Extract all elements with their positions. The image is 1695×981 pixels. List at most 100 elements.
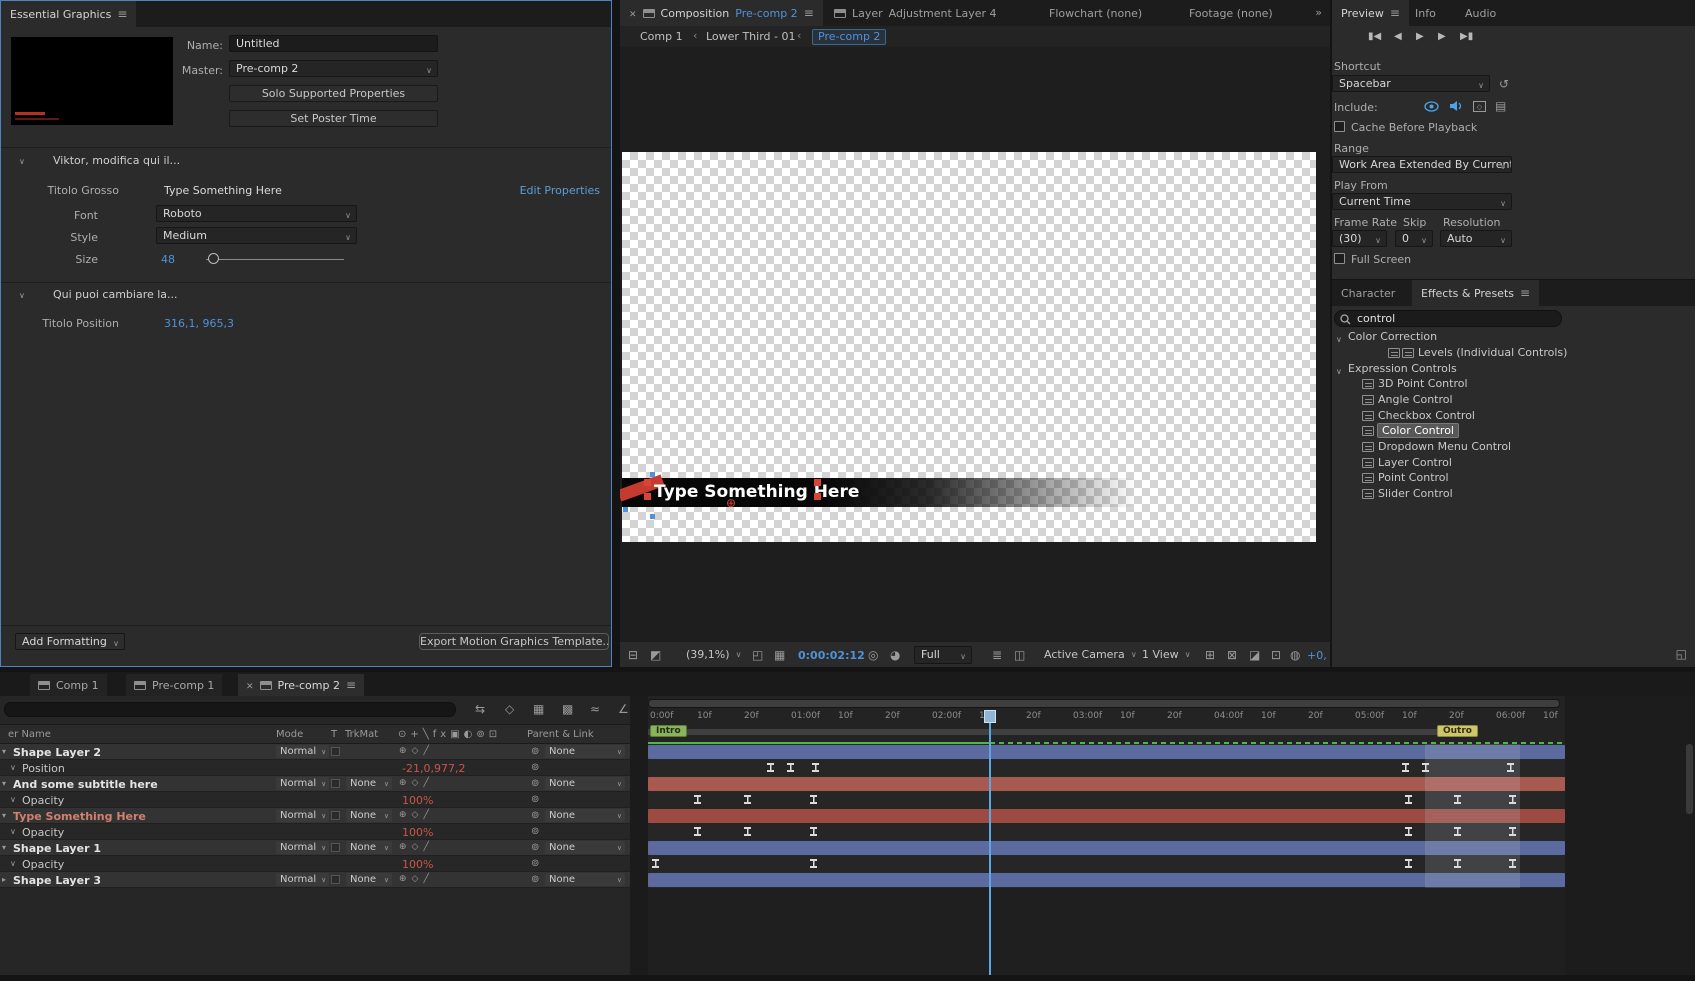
preserve-transparency-toggle[interactable]: [331, 811, 340, 820]
name-input[interactable]: Untitled: [229, 35, 438, 52]
layer-switches-icons[interactable]: ⊕◇╱: [399, 746, 434, 756]
tab-essential-graphics[interactable]: Essential Graphics: [1, 1, 137, 27]
effect-item[interactable]: Checkbox Control: [1332, 409, 1695, 424]
layer-name[interactable]: And some subtitle here: [13, 778, 158, 791]
breadcrumb-separator-icon[interactable]: [693, 29, 697, 42]
breadcrumb-item[interactable]: Comp 1: [640, 30, 683, 43]
column-layer-name[interactable]: er Name: [8, 729, 51, 740]
pick-whip-icon[interactable]: ⊚: [531, 842, 539, 853]
title-text-layer[interactable]: Type Something Here: [654, 482, 859, 502]
anchor-crosshair-icon[interactable]: ⊕: [726, 496, 736, 510]
pick-whip-icon[interactable]: ⊚: [531, 810, 539, 821]
keyframe-icon[interactable]: [744, 795, 751, 804]
property-twirl-icon[interactable]: ∨: [10, 859, 16, 868]
effect-item[interactable]: Levels (Individual Controls): [1332, 346, 1695, 361]
tab-audio[interactable]: Audio: [1456, 0, 1505, 26]
composition-flowchart-icon[interactable]: ⊟: [628, 648, 638, 662]
size-value[interactable]: 48: [161, 253, 175, 266]
trkmat-dropdown[interactable]: None: [346, 809, 392, 823]
close-icon[interactable]: [246, 679, 254, 692]
parent-dropdown[interactable]: None: [545, 873, 625, 887]
snapshot-icon[interactable]: ◎: [868, 648, 878, 662]
column-mode[interactable]: Mode: [276, 729, 303, 740]
tab-character[interactable]: Character: [1332, 280, 1404, 306]
frame-blending-icon[interactable]: ▩: [562, 702, 573, 716]
add-formatting-button[interactable]: Add Formatting: [15, 633, 125, 650]
parent-dropdown[interactable]: None: [545, 777, 625, 791]
current-time-indicator-handle[interactable]: [984, 710, 996, 723]
layer-handle[interactable]: [650, 472, 655, 477]
keyframe-icon[interactable]: [810, 859, 817, 868]
mode-dropdown[interactable]: Normal: [276, 777, 330, 791]
marker-outro[interactable]: Outro: [1437, 725, 1478, 737]
cache-indicators-icon[interactable]: ▤: [1495, 99, 1506, 113]
pick-whip-icon[interactable]: ⊚: [531, 746, 539, 757]
selection-handle[interactable]: [814, 479, 821, 486]
property-value[interactable]: -21,0,977,2: [402, 762, 465, 775]
trkmat-dropdown[interactable]: None: [346, 777, 392, 791]
work-area-bar[interactable]: [648, 729, 1448, 735]
keyframe-icon[interactable]: [810, 795, 817, 804]
set-poster-time-button[interactable]: Set Poster Time: [229, 110, 438, 127]
mode-dropdown[interactable]: Normal: [276, 841, 330, 855]
time-navigator[interactable]: [648, 699, 1560, 708]
column-parent-link[interactable]: Parent & Link: [527, 729, 594, 740]
effect-item[interactable]: Point Control: [1332, 471, 1695, 486]
shortcut-dropdown[interactable]: Spacebar: [1332, 75, 1490, 92]
parent-dropdown[interactable]: None: [545, 809, 625, 823]
first-frame-button[interactable]: ▮◀: [1368, 31, 1381, 42]
titolo-grosso-value[interactable]: Type Something Here: [164, 184, 282, 197]
effect-item[interactable]: Angle Control: [1332, 393, 1695, 408]
keyframe-icon[interactable]: [1405, 795, 1412, 804]
frame-rate-dropdown[interactable]: (30): [1332, 230, 1387, 247]
size-slider-track[interactable]: [206, 259, 344, 260]
color-management-icon[interactable]: ◍: [1290, 648, 1300, 662]
last-frame-button[interactable]: ▶▮: [1460, 31, 1473, 42]
keyframe-icon[interactable]: [810, 827, 817, 836]
panel-menu-icon[interactable]: [346, 678, 356, 692]
pick-whip-icon[interactable]: ⊚: [531, 778, 539, 789]
group2-twirl-icon[interactable]: [19, 288, 25, 301]
time-navigator-handle[interactable]: [649, 700, 1559, 707]
breadcrumb-item[interactable]: Lower Third - 01: [706, 30, 795, 43]
previous-frame-button[interactable]: ◀: [1394, 31, 1402, 42]
tab-info[interactable]: Info: [1406, 0, 1445, 26]
motion-blur-icon[interactable]: ≈: [590, 702, 600, 716]
keyframe-icon[interactable]: [767, 763, 774, 772]
composition-canvas[interactable]: Type Something Here ⊕: [620, 152, 1316, 542]
panel-corner-icon[interactable]: ◱: [1676, 647, 1687, 661]
fast-previews-icon[interactable]: ≣: [992, 648, 1002, 662]
group1-twirl-icon[interactable]: [19, 154, 25, 167]
timeline-search-field[interactable]: [4, 702, 456, 717]
layer-switches-icons[interactable]: ⊕◇╱: [399, 778, 434, 788]
property-value[interactable]: 100%: [402, 858, 433, 871]
preserve-transparency-toggle[interactable]: [331, 779, 340, 788]
layer-name[interactable]: Shape Layer 2: [13, 746, 101, 759]
include-overlays-icon[interactable]: [1473, 101, 1486, 112]
layer-switches-icons[interactable]: ⊕◇╱: [399, 874, 434, 884]
current-time-indicator-line[interactable]: [989, 710, 991, 975]
include-audio-speaker-icon[interactable]: [1449, 100, 1463, 112]
property-twirl-icon[interactable]: ∨: [10, 795, 16, 804]
mode-dropdown[interactable]: Normal: [276, 745, 330, 759]
tab-composition[interactable]: Composition Pre-comp 2: [620, 0, 823, 26]
column-t[interactable]: T: [331, 729, 337, 740]
layer-name[interactable]: Type Something Here: [13, 810, 146, 823]
effects-group[interactable]: Expression Controls: [1332, 362, 1695, 377]
pick-whip-icon[interactable]: ⊚: [531, 762, 539, 773]
breadcrumb-item-current[interactable]: Pre-comp 2: [812, 29, 887, 45]
property-name[interactable]: Opacity: [22, 794, 64, 807]
master-dropdown[interactable]: Pre-comp 2: [229, 60, 438, 77]
effects-search-input[interactable]: control: [1334, 310, 1562, 327]
play-from-dropdown[interactable]: Current Time: [1332, 193, 1512, 210]
keyframe-icon[interactable]: [812, 763, 819, 772]
pick-whip-icon[interactable]: ⊚: [531, 826, 539, 837]
keyframe-icon[interactable]: [787, 763, 794, 772]
include-video-eye-icon[interactable]: [1424, 101, 1439, 112]
mode-dropdown[interactable]: Normal: [276, 873, 330, 887]
magnification-dropdown[interactable]: (39,1%): [686, 648, 742, 661]
layer-switches-icons[interactable]: ⊕◇╱: [399, 842, 434, 852]
layer-switches-icons[interactable]: ⊕◇╱: [399, 810, 434, 820]
panel-menu-icon[interactable]: [1520, 286, 1530, 300]
preserve-transparency-toggle[interactable]: [331, 875, 340, 884]
